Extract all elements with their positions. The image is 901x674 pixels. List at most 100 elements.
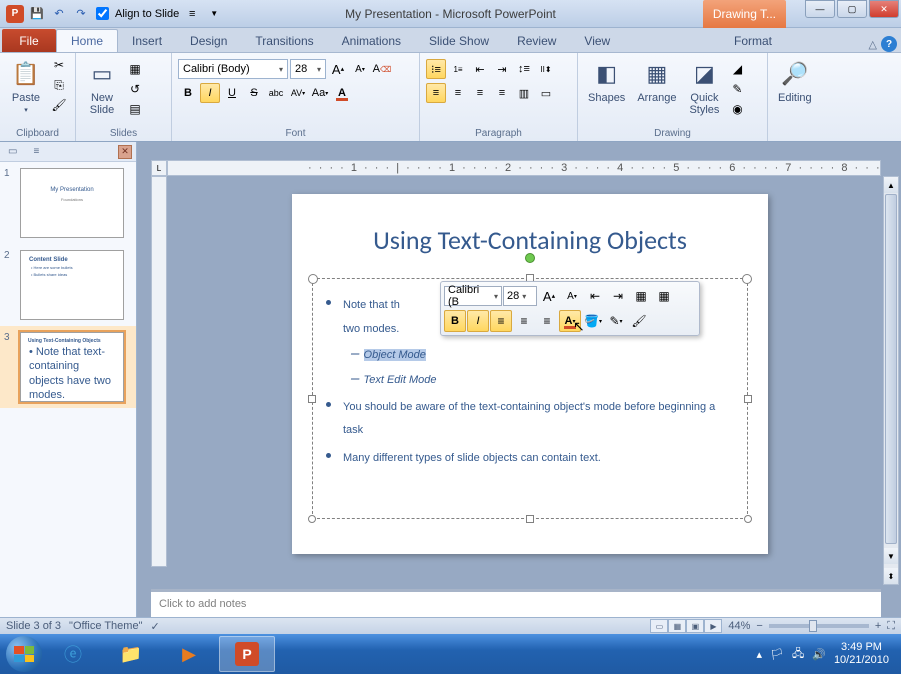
vertical-ruler[interactable]: [151, 176, 167, 567]
align-left-button[interactable]: ≡: [426, 83, 446, 103]
clear-format-icon[interactable]: A⌫: [372, 59, 392, 79]
save-icon[interactable]: 💾: [28, 5, 46, 23]
help-icon[interactable]: ?: [881, 36, 897, 52]
task-explorer[interactable]: 📁: [103, 636, 159, 672]
maximize-button[interactable]: ▢: [837, 0, 867, 18]
reset-icon[interactable]: ↺: [126, 80, 144, 98]
normal-view-button[interactable]: ▭: [650, 619, 668, 633]
arrange-button[interactable]: ▦ Arrange: [633, 56, 680, 106]
paste-button[interactable]: 📋 Paste ▾: [6, 56, 46, 116]
new-slide-button[interactable]: ▭ New Slide: [82, 56, 122, 118]
mini-grow-font-icon[interactable]: A▴: [538, 285, 560, 307]
tab-slides-thumbnails[interactable]: ▭: [0, 144, 25, 159]
sorter-view-button[interactable]: ▦: [668, 619, 686, 633]
ruler-corner[interactable]: L: [151, 160, 167, 176]
tab-slideshow[interactable]: Slide Show: [415, 30, 503, 52]
numbering-button[interactable]: 1≡: [448, 59, 468, 79]
tab-home[interactable]: Home: [56, 29, 118, 52]
tab-view[interactable]: View: [570, 30, 624, 52]
tab-transitions[interactable]: Transitions: [241, 30, 327, 52]
resize-handle[interactable]: [744, 395, 752, 403]
change-case-icon[interactable]: Aa▾: [310, 83, 330, 103]
reading-view-button[interactable]: ▣: [686, 619, 704, 633]
scroll-up-icon[interactable]: ▲: [884, 177, 898, 193]
tray-eject-icon[interactable]: ▴: [756, 648, 762, 661]
minimize-ribbon-icon[interactable]: △: [869, 38, 877, 51]
underline-button[interactable]: U: [222, 83, 242, 103]
bold-button[interactable]: B: [178, 83, 198, 103]
font-size-combo[interactable]: 28▾: [290, 59, 326, 79]
thumb-1[interactable]: 1 My Presentation Foundations: [0, 162, 136, 244]
mini-align-center-button[interactable]: ≡: [513, 310, 535, 332]
mini-fill-icon[interactable]: 🪣▾: [582, 310, 604, 332]
tray-flag-icon[interactable]: 🏳: [770, 648, 784, 661]
slide-canvas[interactable]: Using Text-Containing Objects Note that …: [292, 194, 768, 554]
strike-button[interactable]: S: [244, 83, 264, 103]
start-button[interactable]: [4, 634, 44, 674]
panel-close-button[interactable]: ✕: [118, 145, 132, 159]
clock[interactable]: 3:49 PM 10/21/2010: [834, 641, 889, 667]
slide-title[interactable]: Using Text-Containing Objects: [292, 224, 768, 256]
slideshow-view-button[interactable]: ▶: [704, 619, 722, 633]
resize-handle[interactable]: [744, 515, 752, 523]
zoom-out-button[interactable]: −: [756, 620, 762, 632]
align-center-button[interactable]: ≡: [448, 83, 468, 103]
tab-format[interactable]: Format: [720, 30, 786, 52]
mini-shrink-font-icon[interactable]: A▾: [561, 285, 583, 307]
thumb-3[interactable]: 3 Using Text-Containing Objects • Note t…: [0, 326, 136, 408]
thumb-2[interactable]: 2 Content Slide • Here are some bullets …: [0, 244, 136, 326]
undo-icon[interactable]: ↶: [50, 5, 68, 23]
tab-animations[interactable]: Animations: [328, 30, 415, 52]
notes-pane[interactable]: Click to add notes: [151, 589, 881, 617]
powerpoint-icon[interactable]: P: [6, 5, 24, 23]
columns-icon[interactable]: ▥: [514, 83, 534, 103]
mini-size-combo[interactable]: 28▾: [503, 286, 537, 306]
align-text-icon[interactable]: ▭: [536, 83, 556, 103]
fit-to-window-button[interactable]: ⛶: [887, 620, 895, 633]
copy-icon[interactable]: ⎘: [50, 76, 68, 94]
resize-handle[interactable]: [526, 515, 534, 523]
section-icon[interactable]: ▤: [126, 100, 144, 118]
tab-insert[interactable]: Insert: [118, 30, 176, 52]
text-direction-icon[interactable]: II⬍: [536, 59, 556, 79]
vertical-scrollbar[interactable]: ▲ ▼ ⬍: [883, 176, 899, 585]
justify-button[interactable]: ≡: [492, 83, 512, 103]
mini-dec-indent-icon[interactable]: ⇤: [584, 285, 606, 307]
editing-button[interactable]: 🔎 Editing: [774, 56, 816, 106]
align-to-slide-checkbox[interactable]: [96, 7, 109, 20]
mini-italic-button[interactable]: I: [467, 310, 489, 332]
close-button[interactable]: ✕: [869, 0, 899, 18]
qat-dropdown-icon[interactable]: ▼: [205, 5, 223, 23]
font-name-combo[interactable]: Calibri (Body)▾: [178, 59, 288, 79]
resize-handle[interactable]: [308, 515, 316, 523]
quick-styles-button[interactable]: ◪ Quick Styles: [684, 56, 724, 118]
scroll-down-icon[interactable]: ▼: [884, 548, 898, 564]
shadow-button[interactable]: abc: [266, 83, 286, 103]
bullets-button[interactable]: ⁝≡: [426, 59, 446, 79]
mini-align-left-button[interactable]: ≡: [490, 310, 512, 332]
mini-inc-indent-icon[interactable]: ⇥: [607, 285, 629, 307]
tab-review[interactable]: Review: [503, 30, 570, 52]
tab-outline[interactable]: ≡: [25, 144, 47, 159]
shrink-font-icon[interactable]: A▾: [350, 59, 370, 79]
tray-network-icon[interactable]: 🖧: [792, 645, 804, 664]
rotation-handle[interactable]: [525, 253, 535, 263]
spell-check-icon[interactable]: ✓: [150, 620, 159, 633]
horizontal-ruler[interactable]: · · · · 1 · · · | · · · · 1 · · · · 2 · …: [167, 160, 881, 176]
mini-align-right-button[interactable]: ≡: [536, 310, 558, 332]
decrease-indent-icon[interactable]: ⇤: [470, 59, 490, 79]
mini-bring-front-icon[interactable]: ▦: [630, 285, 652, 307]
shape-effects-icon[interactable]: ◉: [728, 100, 746, 118]
align-icon[interactable]: ≡: [183, 5, 201, 23]
task-ie[interactable]: ⓔ: [45, 636, 101, 672]
line-spacing-icon[interactable]: ↕≡: [514, 59, 534, 79]
task-powerpoint[interactable]: P: [219, 636, 275, 672]
char-spacing-icon[interactable]: AV▾: [288, 83, 308, 103]
minimize-button[interactable]: —: [805, 0, 835, 18]
zoom-level[interactable]: 44%: [728, 620, 750, 632]
zoom-slider[interactable]: [769, 624, 869, 628]
format-painter-icon[interactable]: 🖌: [50, 96, 68, 114]
layout-icon[interactable]: ▦: [126, 60, 144, 78]
tab-design[interactable]: Design: [176, 30, 241, 52]
redo-icon[interactable]: ↷: [72, 5, 90, 23]
